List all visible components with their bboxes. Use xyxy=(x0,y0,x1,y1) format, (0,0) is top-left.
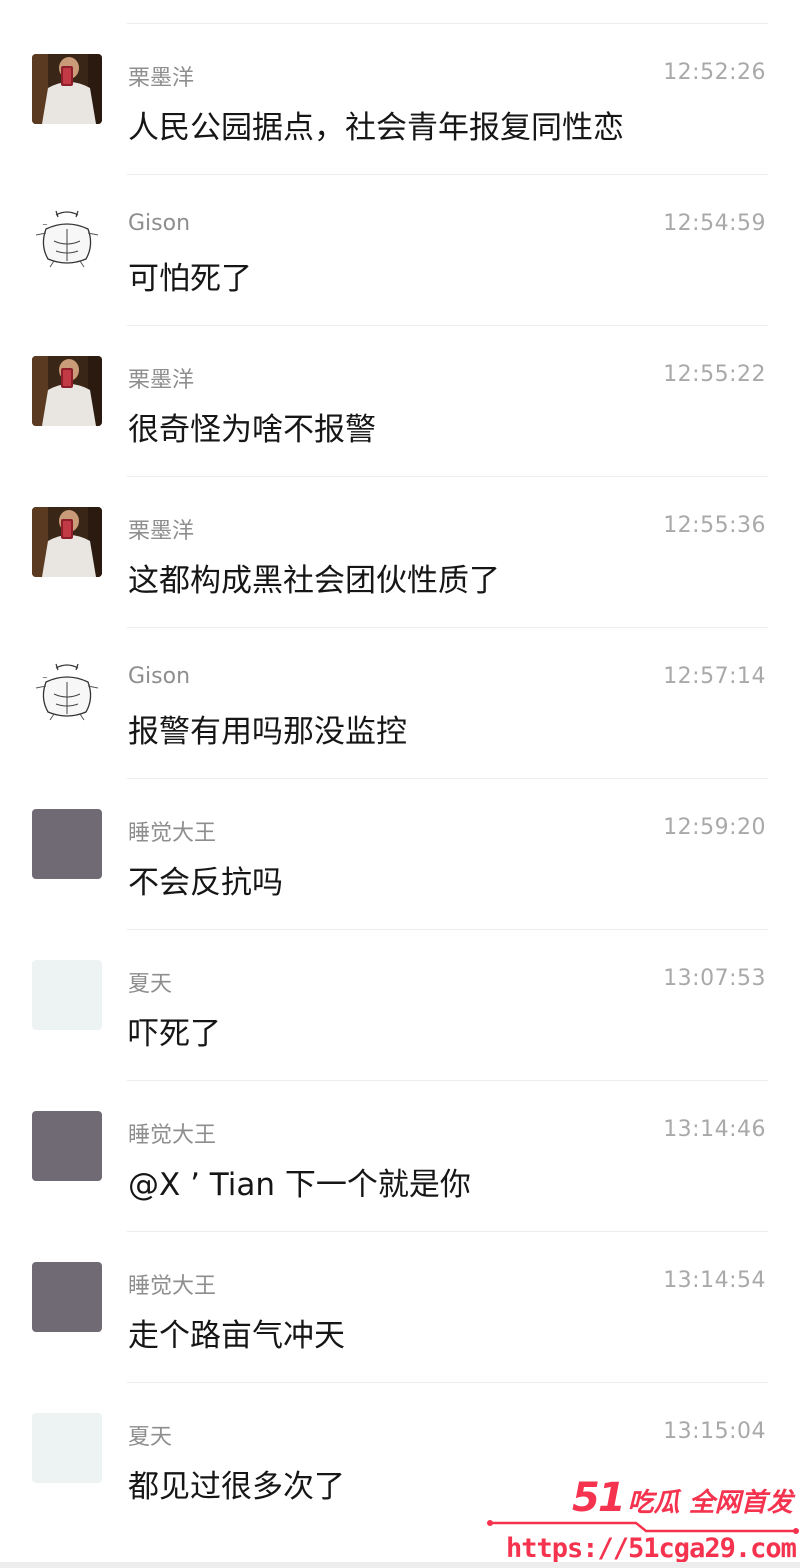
message-item[interactable]: 睡觉大王 13:14:46 @X ’ Tian 下一个就是你 xyxy=(0,1081,800,1232)
avatar[interactable] xyxy=(32,1413,102,1483)
sender-name: 栗墨洋 xyxy=(128,66,195,91)
sender-name: 睡觉大王 xyxy=(128,1274,217,1299)
watermark-url: https://51cga29.com xyxy=(506,1533,797,1564)
message-item[interactable]: 睡觉大王 13:14:54 走个路亩气冲天 xyxy=(0,1232,800,1383)
avatar[interactable] xyxy=(32,1262,102,1332)
watermark-logo: 51 吃瓜 全网首发 xyxy=(572,1475,793,1521)
avatar[interactable] xyxy=(32,960,102,1030)
message-item[interactable]: 栗墨洋 12:52:26 人民公园据点，社会青年报复同性恋 xyxy=(0,24,800,175)
message-item[interactable]: 栗墨洋 12:55:22 很奇怪为啥不报警 xyxy=(0,326,800,477)
message-time: 12:55:22 xyxy=(663,362,766,387)
message-item[interactable]: Gison 12:57:14 报警有用吗那没监控 xyxy=(0,628,800,779)
message-time: 12:54:59 xyxy=(663,211,766,236)
avatar[interactable] xyxy=(32,205,102,275)
message-time: 13:14:54 xyxy=(663,1268,766,1293)
message-time: 13:14:46 xyxy=(663,1117,766,1142)
watermark-number: 51 xyxy=(572,1475,626,1521)
avatar[interactable] xyxy=(32,507,102,577)
watermark-slogan: 吃瓜 全网首发 xyxy=(627,1488,793,1518)
message-list: 栗墨洋 12:52:26 人民公园据点，社会青年报复同性恋 Gison 12:5… xyxy=(0,24,800,1534)
message-text: 人民公园据点，社会青年报复同性恋 xyxy=(128,110,624,146)
sender-name: Gison xyxy=(128,664,191,689)
sender-name: 栗墨洋 xyxy=(128,519,195,544)
sender-name: Gison xyxy=(128,211,191,236)
message-item[interactable]: 睡觉大王 12:59:20 不会反抗吗 xyxy=(0,779,800,930)
sender-name: 夏天 xyxy=(128,972,173,997)
sender-name: 睡觉大王 xyxy=(128,1123,217,1148)
sender-name: 夏天 xyxy=(128,1425,173,1450)
message-item[interactable]: Gison 12:54:59 可怕死了 xyxy=(0,175,800,326)
message-time: 12:55:36 xyxy=(663,513,766,538)
message-time: 12:59:20 xyxy=(663,815,766,840)
avatar[interactable] xyxy=(32,54,102,124)
message-time: 12:57:14 xyxy=(663,664,766,689)
message-text: 报警有用吗那没监控 xyxy=(128,714,407,750)
avatar[interactable] xyxy=(32,356,102,426)
message-item[interactable]: 栗墨洋 12:55:36 这都构成黑社会团伙性质了 xyxy=(0,477,800,628)
message-time: 12:52:26 xyxy=(663,60,766,85)
message-text: 都见过很多次了 xyxy=(128,1469,345,1505)
sender-name: 栗墨洋 xyxy=(128,368,195,393)
message-time: 13:07:53 xyxy=(663,966,766,991)
message-item[interactable]: 夏天 13:07:53 吓死了 xyxy=(0,930,800,1081)
message-text: @X ’ Tian 下一个就是你 xyxy=(128,1167,471,1203)
sender-name: 睡觉大王 xyxy=(128,821,217,846)
message-time: 13:15:04 xyxy=(663,1419,766,1444)
bottom-bar xyxy=(0,1562,800,1568)
avatar[interactable] xyxy=(32,658,102,728)
message-text: 走个路亩气冲天 xyxy=(128,1318,345,1354)
avatar[interactable] xyxy=(32,809,102,879)
message-text: 可怕死了 xyxy=(128,261,252,297)
message-text: 吓死了 xyxy=(128,1016,221,1052)
avatar[interactable] xyxy=(32,1111,102,1181)
message-text: 这都构成黑社会团伙性质了 xyxy=(128,563,500,599)
message-text: 很奇怪为啥不报警 xyxy=(128,412,376,448)
message-text: 不会反抗吗 xyxy=(128,865,283,901)
watermark: 51 吃瓜 全网首发 https://51cga29.com xyxy=(486,1465,800,1568)
